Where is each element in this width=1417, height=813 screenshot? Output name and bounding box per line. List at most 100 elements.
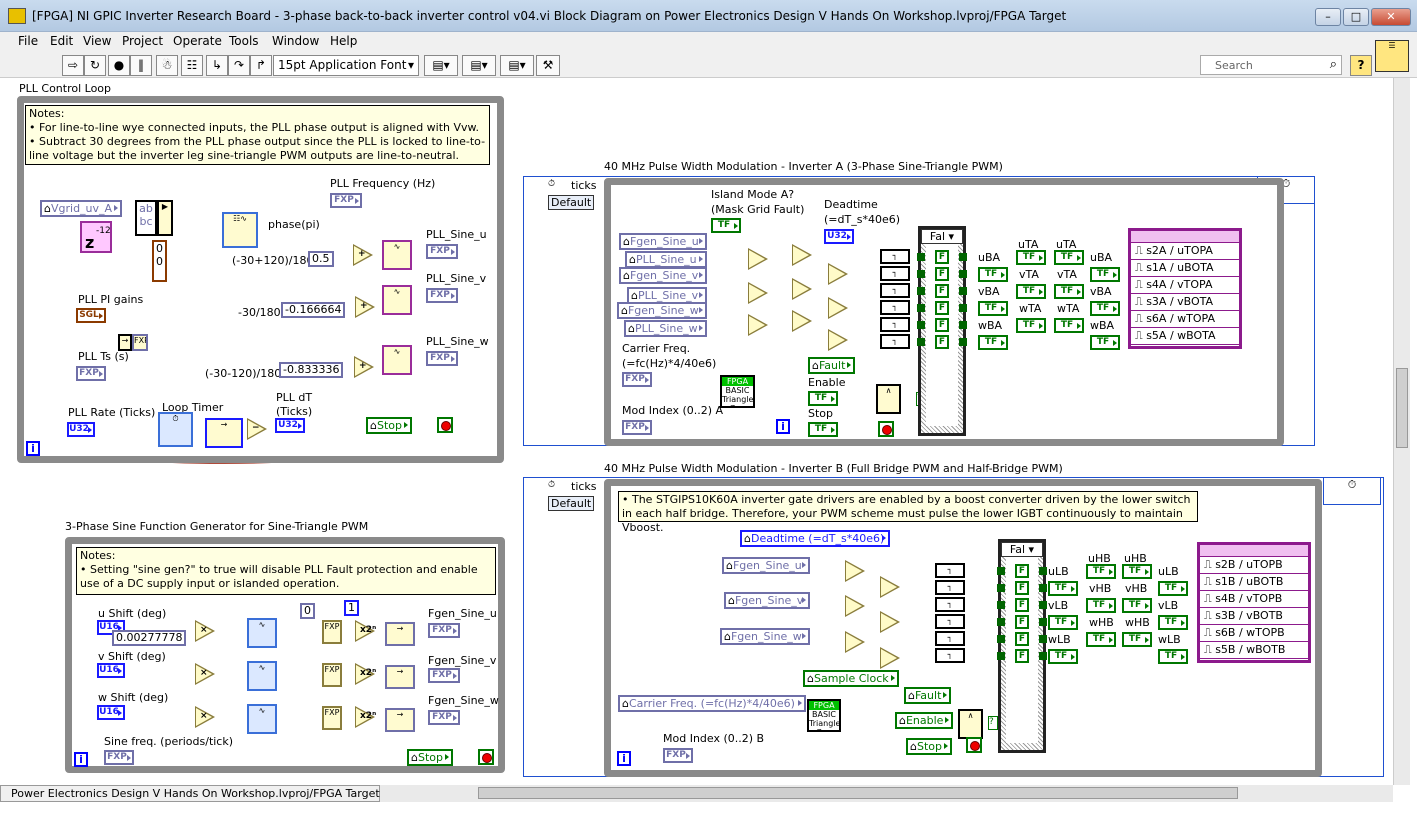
stop-local-pll[interactable]: ⌂Stop <box>366 417 412 434</box>
boolean-indicator[interactable]: TF <box>1090 301 1120 316</box>
mod-index-control-b[interactable]: FXP <box>663 748 693 763</box>
restore-button[interactable]: □ <box>1343 8 1369 26</box>
pll-ts-control[interactable]: FXP <box>76 366 106 381</box>
v-shift-control[interactable]: U16 <box>97 663 125 678</box>
boolean-indicator[interactable]: TF <box>1158 649 1188 664</box>
font-dropdown[interactable]: 15pt Application Font ▾ <box>273 55 419 76</box>
boolean-indicator[interactable]: TF <box>1090 267 1120 282</box>
fgen-local-0[interactable]: ⌂Fgen_Sine_u <box>722 557 810 574</box>
block-diagram[interactable]: PLL Control Loop Notes: • For line-to-line… <box>0 78 1393 785</box>
sinegen-loop-stop[interactable] <box>478 749 494 765</box>
fpga-io-node[interactable]: ⎍ s1A / uBOTA <box>1131 260 1239 277</box>
boolean-indicator[interactable]: TF <box>1048 581 1078 596</box>
distribute-objects-icon[interactable]: ▤▾ <box>462 55 496 76</box>
sine-freq-control[interactable]: FXP <box>104 750 134 765</box>
fpga-io-node[interactable]: ⎍ s6A / wTOPA <box>1131 311 1239 328</box>
boolean-indicator[interactable]: TF <box>1048 649 1078 664</box>
case-selector[interactable]: Fal ▾ <box>921 229 963 244</box>
input-local-1[interactable]: ⌂PLL_Sine_u <box>625 251 707 268</box>
pll-sine-w-indicator[interactable]: FXP <box>426 351 458 366</box>
horizontal-scroll-thumb[interactable] <box>478 787 1238 799</box>
sample-clock-local[interactable]: ⌂Sample Clock <box>803 670 899 687</box>
out-v-indicator[interactable]: FXP <box>428 668 460 683</box>
deadtime-local-b[interactable]: ⌂Deadtime (=dT_s*40e6) <box>740 530 890 547</box>
boolean-indicator[interactable]: TF <box>1016 318 1046 333</box>
fpga-io-node[interactable]: ⎍ s3B / vBOTB <box>1200 608 1308 625</box>
boolean-indicator[interactable]: TF <box>1090 335 1120 350</box>
menu-project[interactable]: Project <box>122 34 163 48</box>
menu-tools[interactable]: Tools <box>229 34 259 48</box>
boolean-indicator[interactable]: TF <box>1122 598 1152 613</box>
inv-b-loop-stop[interactable] <box>966 737 982 753</box>
carrier-freq-control[interactable]: FXP <box>622 372 652 387</box>
retain-wire-values-icon[interactable]: ☷ <box>181 55 203 76</box>
boolean-indicator[interactable]: TF <box>1016 284 1046 299</box>
pll-sine-u-indicator[interactable]: FXP <box>426 244 458 259</box>
boolean-indicator[interactable]: TF <box>1122 632 1152 647</box>
timing-source-default[interactable]: Default <box>548 496 595 511</box>
fpga-io-node[interactable]: ⎍ s6B / wTOPB <box>1200 625 1308 642</box>
fpga-io-node[interactable]: ⎍ s3A / vBOTA <box>1131 294 1239 311</box>
fault-local-a[interactable]: ⌂Fault <box>808 357 856 374</box>
mod-index-control[interactable]: FXP <box>622 420 652 435</box>
pll-pi-gains-control[interactable]: SGL <box>76 308 106 323</box>
minimize-button[interactable]: – <box>1315 8 1341 26</box>
fpga-io-node[interactable]: ⎍ s5B / wBOTB <box>1200 642 1308 659</box>
run-arrow-icon[interactable]: ⇨ <box>62 55 84 76</box>
case-selector[interactable]: Fal ▾ <box>1001 542 1043 557</box>
cleanup-diagram-icon[interactable]: ⚒ <box>536 55 560 76</box>
boolean-indicator[interactable]: TF <box>978 335 1008 350</box>
w-shift-control[interactable]: U16 <box>97 705 125 720</box>
menu-window[interactable]: Window <box>272 34 319 48</box>
pll-rate-control[interactable]: U32 <box>67 422 95 437</box>
menu-operate[interactable]: Operate <box>173 34 222 48</box>
fgen-local-2[interactable]: ⌂Fgen_Sine_w <box>720 628 810 645</box>
stop-local-sinegen[interactable]: ⌂Stop <box>407 749 453 766</box>
pll-dt-indicator[interactable]: U32 <box>275 418 305 433</box>
boolean-indicator[interactable]: TF <box>1054 284 1084 299</box>
timing-source-default[interactable]: Default <box>548 195 595 210</box>
stop-local-b[interactable]: ⌂Stop <box>906 738 952 755</box>
step-out-icon[interactable]: ↱ <box>250 55 272 76</box>
boolean-indicator[interactable]: TF <box>978 267 1008 282</box>
boolean-indicator[interactable]: TF <box>1054 318 1084 333</box>
fpga-io-node[interactable]: ⎍ s5A / wBOTA <box>1131 328 1239 345</box>
boolean-indicator[interactable]: TF <box>1086 632 1116 647</box>
input-local-2[interactable]: ⌂Fgen_Sine_v <box>619 267 707 284</box>
highlight-execution-icon[interactable]: ☃ <box>156 55 178 76</box>
menu-view[interactable]: View <box>83 34 111 48</box>
boolean-indicator[interactable]: TF <box>1016 250 1046 265</box>
fpga-io-node[interactable]: ⎍ s1B / uBOTB <box>1200 574 1308 591</box>
help-button[interactable]: ? <box>1350 55 1372 76</box>
fault-local-b[interactable]: ⌂Fault <box>904 687 952 704</box>
boolean-indicator[interactable]: TF <box>1158 615 1188 630</box>
fpga-io-node[interactable]: ⎍ s2A / uTOPA <box>1131 243 1239 260</box>
vertical-scroll-thumb[interactable] <box>1396 368 1408 448</box>
enable-control[interactable]: TF <box>808 391 838 406</box>
menu-file[interactable]: File <box>18 34 38 48</box>
step-over-icon[interactable]: ↷ <box>228 55 250 76</box>
pll-loop-stop[interactable] <box>437 417 453 433</box>
out-w-indicator[interactable]: FXP <box>428 710 460 725</box>
abort-icon[interactable]: ● <box>108 55 130 76</box>
enable-local-b[interactable]: ⌂Enable <box>895 712 954 729</box>
fpga-io-node[interactable]: ⎍ s2B / uTOPB <box>1200 557 1308 574</box>
vgrid-uv-a-local[interactable]: ⌂Vgrid_uv_A <box>40 200 123 217</box>
boolean-indicator[interactable]: TF <box>1086 598 1116 613</box>
boolean-indicator[interactable]: TF <box>1122 564 1152 579</box>
fpga-io-node[interactable]: ⎍ s4A / vTOPA <box>1131 277 1239 294</box>
carrier-freq-local-b[interactable]: ⌂Carrier Freq. (=fc(Hz)*4/40e6) <box>618 695 806 712</box>
input-local-5[interactable]: ⌂PLL_Sine_w <box>624 320 707 337</box>
island-mode-control[interactable]: TF <box>711 218 741 233</box>
boolean-indicator[interactable]: TF <box>1048 615 1078 630</box>
fgen-local-1[interactable]: ⌂Fgen_Sine_v <box>724 592 810 609</box>
menu-edit[interactable]: Edit <box>50 34 73 48</box>
fpga-io-node[interactable]: ⎍ s4B / vTOPB <box>1200 591 1308 608</box>
step-into-icon[interactable]: ↳ <box>206 55 228 76</box>
boolean-indicator[interactable]: TF <box>1086 564 1116 579</box>
pause-icon[interactable]: ‖ <box>130 55 152 76</box>
input-local-4[interactable]: ⌂Fgen_Sine_w <box>617 302 707 319</box>
boolean-indicator[interactable]: TF <box>1054 250 1084 265</box>
align-objects-icon[interactable]: ▤▾ <box>424 55 458 76</box>
stop-control[interactable]: TF <box>808 422 838 437</box>
